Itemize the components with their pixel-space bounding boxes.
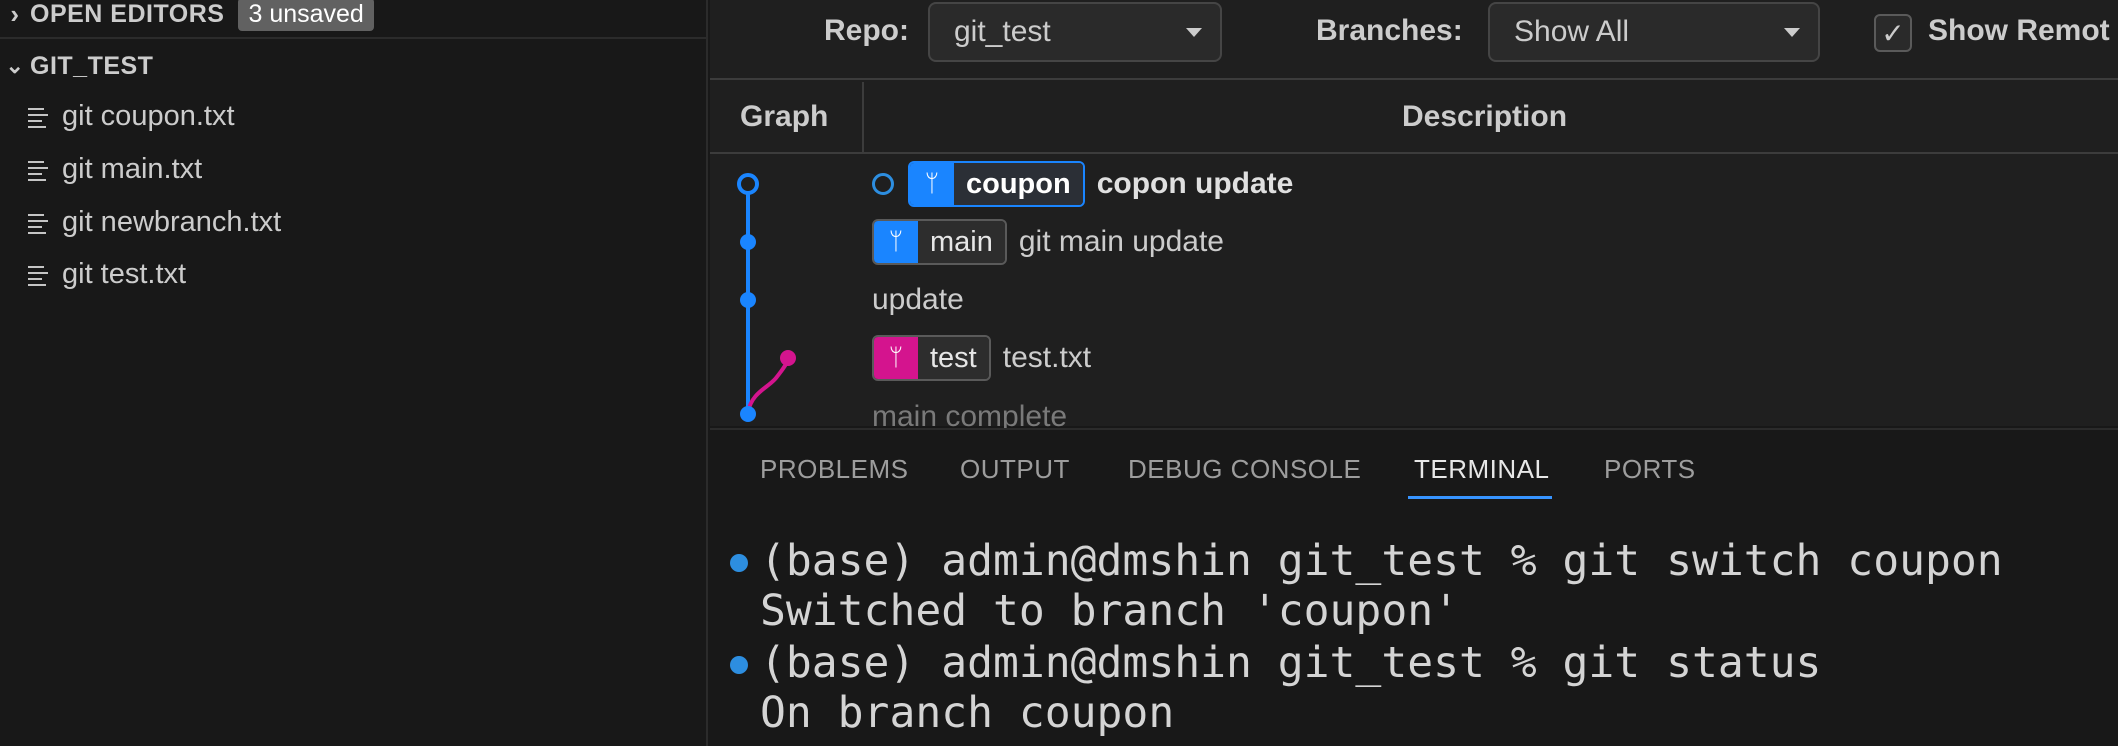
commit-row[interactable]: main complete [872, 388, 1067, 428]
tab-problems[interactable]: PROBLEMS [760, 454, 909, 485]
branch-ref-test[interactable]: ᛘ test [872, 335, 991, 381]
folder-title: GIT_TEST [30, 51, 154, 80]
text-file-icon [26, 262, 50, 286]
git-graph-view: Repo: git_test Branches: Show All ✓ Show… [710, 0, 2118, 428]
checkmark-icon: ✓ [1881, 17, 1905, 49]
commit-message: main complete [872, 400, 1068, 428]
branch-ref-main[interactable]: ᛘ main [872, 219, 1007, 265]
branch-ref-label: test [918, 337, 989, 379]
commit-row[interactable]: ᛘ main git main update [872, 214, 1224, 270]
head-indicator-icon [872, 173, 894, 195]
command-status-icon [730, 656, 748, 674]
tab-terminal[interactable]: TERMINAL [1414, 454, 1549, 485]
branches-value: Show All [1514, 15, 1630, 48]
commit-message: test.txt [1002, 341, 1092, 374]
branch-icon: ᛘ [910, 163, 954, 205]
commit-node[interactable] [740, 234, 756, 250]
tab-ports[interactable]: PORTS [1604, 454, 1696, 485]
open-editors-title: OPEN EDITORS [30, 0, 225, 28]
bottom-panel: PROBLEMS OUTPUT DEBUG CONSOLE TERMINAL P… [710, 428, 2118, 746]
file-item[interactable]: git test.txt [26, 250, 186, 298]
branches-label: Branches: [1316, 14, 1463, 47]
file-item[interactable]: git newbranch.txt [26, 198, 281, 246]
branch-ref-coupon[interactable]: ᛘ coupon [908, 161, 1085, 207]
branches-dropdown[interactable]: Show All [1488, 2, 1820, 62]
column-divider[interactable] [862, 82, 864, 154]
explorer-sidebar: › OPEN EDITORS 3 unsaved ⌄ GIT_TEST git … [0, 0, 708, 746]
file-name: git main.txt [62, 152, 203, 185]
commit-message: copon update [1096, 167, 1294, 200]
commit-message: git main update [1018, 225, 1224, 258]
commit-row[interactable]: ᛘ coupon copon update [872, 156, 1293, 212]
terminal-line: On branch coupon [760, 688, 1175, 738]
text-file-icon [26, 157, 50, 181]
test-branch-line [746, 357, 790, 413]
branch-ref-label: main [918, 221, 1005, 263]
branch-icon: ᛘ [874, 221, 918, 263]
commit-row[interactable]: ᛘ test test.txt [872, 330, 1091, 386]
git-graph-toolbar: Repo: git_test Branches: Show All ✓ Show… [710, 0, 2118, 80]
unsaved-badge: 3 unsaved [238, 0, 374, 31]
tab-debug-console[interactable]: DEBUG CONSOLE [1128, 454, 1361, 485]
description-column-header[interactable]: Description [1402, 100, 1567, 134]
repo-label: Repo: [824, 14, 909, 47]
file-name: git newbranch.txt [62, 205, 282, 238]
graph-column-header[interactable]: Graph [740, 100, 828, 134]
tab-output[interactable]: OUTPUT [960, 454, 1070, 485]
branch-icon: ᛘ [874, 337, 918, 379]
commit-node[interactable] [737, 173, 759, 195]
repo-dropdown[interactable]: git_test [928, 2, 1222, 62]
text-file-icon [26, 104, 50, 128]
terminal-line: (base) admin@dmshin git_test % git statu… [760, 638, 1822, 688]
commit-node[interactable] [740, 292, 756, 308]
open-editors-header[interactable]: › OPEN EDITORS 3 unsaved [0, 0, 708, 39]
file-name: git test.txt [62, 257, 187, 290]
commit-message: update [872, 283, 964, 316]
terminal-line: Switched to branch 'coupon' [760, 586, 1459, 636]
text-file-icon [26, 210, 50, 234]
active-tab-indicator [1408, 496, 1552, 499]
branch-ref-label: coupon [954, 163, 1083, 205]
commit-node[interactable] [780, 350, 796, 366]
terminal-line: (base) admin@dmshin git_test % git switc… [760, 536, 2003, 586]
commit-table-header: Graph Description [710, 82, 2118, 154]
chevron-right-icon: › [10, 0, 20, 29]
command-status-icon [730, 554, 748, 572]
chevron-down-icon: ⌄ [5, 53, 25, 78]
show-remote-label: Show Remot [1928, 14, 2110, 47]
chevron-down-icon [1186, 28, 1202, 37]
show-remote-checkbox[interactable]: ✓ [1874, 14, 1912, 52]
folder-header[interactable]: ⌄ GIT_TEST [0, 46, 708, 86]
commit-row[interactable]: update [872, 272, 964, 328]
commit-graph [737, 173, 796, 422]
file-item[interactable]: git main.txt [26, 145, 202, 193]
commit-node[interactable] [740, 406, 756, 422]
file-name: git coupon.txt [62, 99, 235, 132]
repo-value: git_test [954, 15, 1051, 48]
chevron-down-icon [1784, 28, 1800, 37]
file-item[interactable]: git coupon.txt [26, 92, 235, 140]
